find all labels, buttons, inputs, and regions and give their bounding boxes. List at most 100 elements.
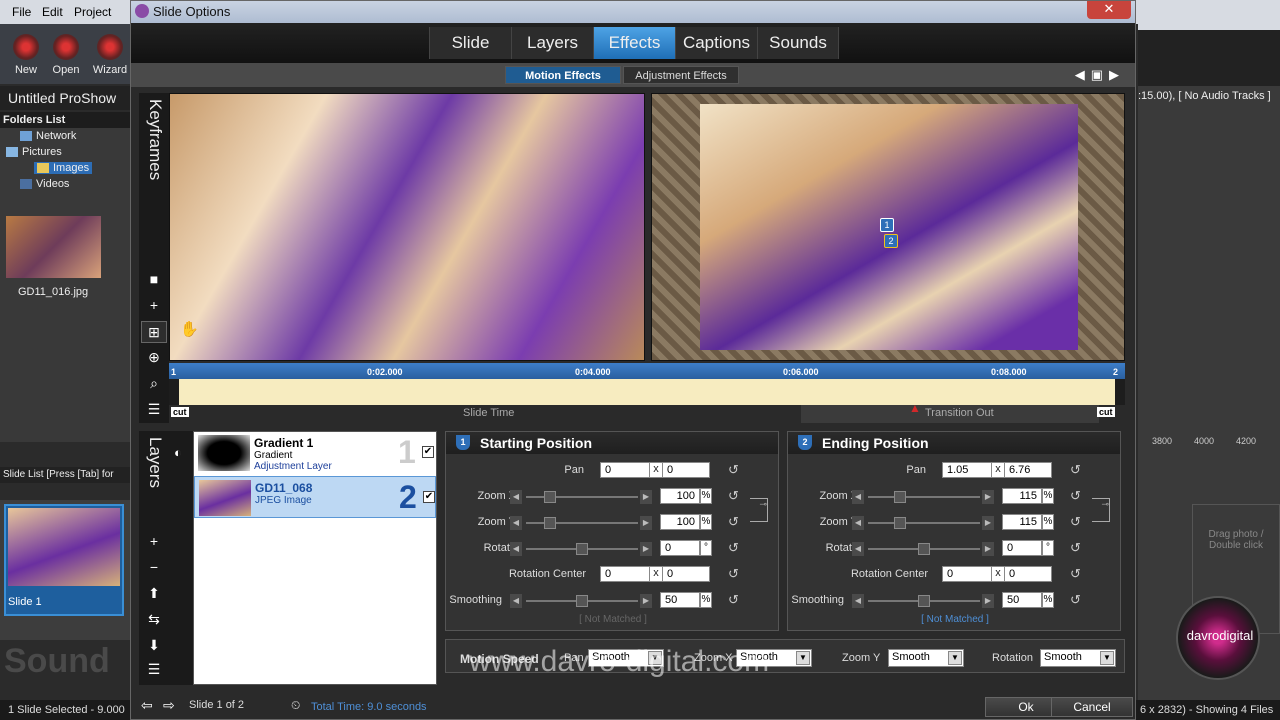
keyframe-end[interactable]: 2	[1113, 367, 1118, 377]
zoomy-speed-select[interactable]: Smooth ▼	[888, 649, 964, 667]
slider-knob[interactable]	[576, 543, 588, 555]
slider-knob[interactable]	[544, 491, 556, 503]
zoom-icon[interactable]: ⌕	[141, 373, 167, 395]
move-down-icon[interactable]: ⬇	[141, 635, 167, 657]
reset-icon[interactable]: ↺	[728, 593, 742, 607]
start-preview[interactable]: ✋	[169, 93, 645, 361]
subtab-motion-effects[interactable]: Motion Effects	[505, 66, 621, 84]
add-layer-icon[interactable]: +	[141, 531, 167, 553]
new-button[interactable]: New	[6, 34, 46, 76]
reset-icon[interactable]: ↺	[1070, 515, 1084, 529]
layer-visible-checkbox[interactable]: ✔	[422, 446, 434, 458]
end-preview[interactable]: 1 2	[651, 93, 1125, 361]
keyframe-start[interactable]: 1	[171, 367, 176, 377]
link-zoom-icon[interactable]: ⊸	[1092, 498, 1110, 522]
zoomx-slider[interactable]: ◀ ▶	[510, 490, 654, 504]
zoomy-slider[interactable]: ◀ ▶	[510, 516, 654, 530]
smoothing-slider[interactable]: ◀ ▶	[852, 594, 996, 608]
rotation-center-x-input[interactable]: 0	[600, 566, 650, 582]
slider-knob[interactable]	[544, 517, 556, 529]
open-button[interactable]: Open	[46, 34, 86, 76]
next-slide-arrow-icon[interactable]: ⇨	[163, 697, 175, 714]
timeline-track[interactable]	[179, 379, 1115, 405]
reset-icon[interactable]: ↺	[1070, 567, 1084, 581]
zoomy-input[interactable]: 100	[660, 514, 700, 530]
slider-knob[interactable]	[894, 491, 906, 503]
keyframe-options-icon[interactable]: ⊞	[141, 321, 167, 343]
keyframe-list-icon[interactable]: ☰	[141, 399, 167, 421]
not-matched-note[interactable]: [ Not Matched ]	[546, 614, 680, 625]
slider-knob[interactable]	[576, 595, 588, 607]
smoothing-input[interactable]: 50	[660, 592, 700, 608]
pan-x-input[interactable]: 0	[600, 462, 650, 478]
keyframe-timeline[interactable]: 1 0:02.000 0:04.000 0:06.000 0:08.000 2 …	[169, 363, 1125, 423]
slider-knob[interactable]	[918, 595, 930, 607]
subtab-adjustment-effects[interactable]: Adjustment Effects	[623, 66, 739, 84]
layer-list-icon[interactable]: ☰	[141, 659, 167, 681]
tab-slide[interactable]: Slide	[429, 27, 511, 59]
tab-effects[interactable]: Effects	[593, 27, 675, 59]
layer-item[interactable]: Gradient 1 Gradient Adjustment Layer 1 ✔	[194, 432, 436, 474]
rotate-slider[interactable]: ◀ ▶	[852, 542, 996, 556]
reset-icon[interactable]: ↺	[728, 463, 742, 477]
reset-icon[interactable]: ↺	[1070, 593, 1084, 607]
slider-knob[interactable]	[894, 517, 906, 529]
rotate-input[interactable]: 0	[1002, 540, 1042, 556]
reset-icon[interactable]: ↺	[1070, 541, 1084, 555]
file-thumbnail[interactable]	[6, 216, 101, 278]
pan-y-input[interactable]: 0	[662, 462, 710, 478]
tab-captions[interactable]: Captions	[675, 27, 757, 59]
not-matched-note[interactable]: [ Not Matched ]	[888, 614, 1022, 625]
menu-file[interactable]: File	[12, 5, 31, 19]
rotate-input[interactable]: 0	[660, 540, 700, 556]
rotation-center-x-input[interactable]: 0	[942, 566, 992, 582]
rotate-slider[interactable]: ◀ ▶	[510, 542, 654, 556]
window-icon[interactable]: ▣	[1091, 67, 1109, 82]
zoomy-input[interactable]: 115	[1002, 514, 1042, 530]
slide-thumbnail[interactable]: Slide 1	[4, 504, 124, 616]
folder-network[interactable]: Network	[20, 130, 76, 142]
swap-icon[interactable]: ⇆	[141, 609, 167, 631]
zoomx-input[interactable]: 100	[660, 488, 700, 504]
mask-icon[interactable]: ◐	[174, 445, 182, 460]
reset-icon[interactable]: ↺	[728, 541, 742, 555]
reset-icon[interactable]: ↺	[1070, 463, 1084, 477]
folder-images[interactable]: Images	[34, 162, 93, 174]
reset-icon[interactable]: ↺	[728, 567, 742, 581]
tab-sounds[interactable]: Sounds	[757, 27, 839, 59]
reset-icon[interactable]: ↺	[728, 489, 742, 503]
stop-icon[interactable]: ■	[141, 269, 167, 291]
pan-x-input[interactable]: 1.05	[942, 462, 992, 478]
zoomx-slider[interactable]: ◀ ▶	[852, 490, 996, 504]
move-up-icon[interactable]: ⬆	[141, 583, 167, 605]
cancel-button[interactable]: Cancel	[1051, 697, 1133, 717]
zoom-fit-icon[interactable]: ⊕	[141, 347, 167, 369]
layer-item[interactable]: GD11_068 JPEG Image 2 ✔	[194, 476, 436, 518]
zoomy-slider[interactable]: ◀ ▶	[852, 516, 996, 530]
prev-slide-arrow-icon[interactable]: ⇦	[141, 697, 153, 714]
layer-visible-checkbox[interactable]: ✔	[423, 491, 435, 503]
rotation-center-y-input[interactable]: 0	[1004, 566, 1052, 582]
add-keyframe-icon[interactable]: +	[141, 295, 167, 317]
rotation-center-y-input[interactable]: 0	[662, 566, 710, 582]
reset-icon[interactable]: ↺	[728, 515, 742, 529]
wizard-button[interactable]: Wizard	[90, 34, 130, 76]
smoothing-slider[interactable]: ◀ ▶	[510, 594, 654, 608]
pan-y-input[interactable]: 6.76	[1004, 462, 1052, 478]
slider-knob[interactable]	[918, 543, 930, 555]
tab-layers[interactable]: Layers	[511, 27, 593, 59]
link-zoom-icon[interactable]: ⊸	[750, 498, 768, 522]
keyframe-marker-2[interactable]: 2	[884, 234, 898, 248]
menu-project[interactable]: Project	[74, 5, 111, 19]
close-button[interactable]: ✕	[1087, 1, 1131, 19]
zoomx-input[interactable]: 115	[1002, 488, 1042, 504]
folder-pictures[interactable]: Pictures	[6, 146, 62, 158]
reset-icon[interactable]: ↺	[1070, 489, 1084, 503]
rotation-speed-select[interactable]: Smooth ▼	[1040, 649, 1116, 667]
menu-edit[interactable]: Edit	[42, 5, 63, 19]
remove-layer-icon[interactable]: −	[141, 557, 167, 579]
transition-marker-icon[interactable]: ▲	[909, 401, 921, 415]
smoothing-input[interactable]: 50	[1002, 592, 1042, 608]
next-slide-icon[interactable]: ▶	[1109, 67, 1125, 82]
keyframe-marker-1[interactable]: 1	[880, 218, 894, 232]
